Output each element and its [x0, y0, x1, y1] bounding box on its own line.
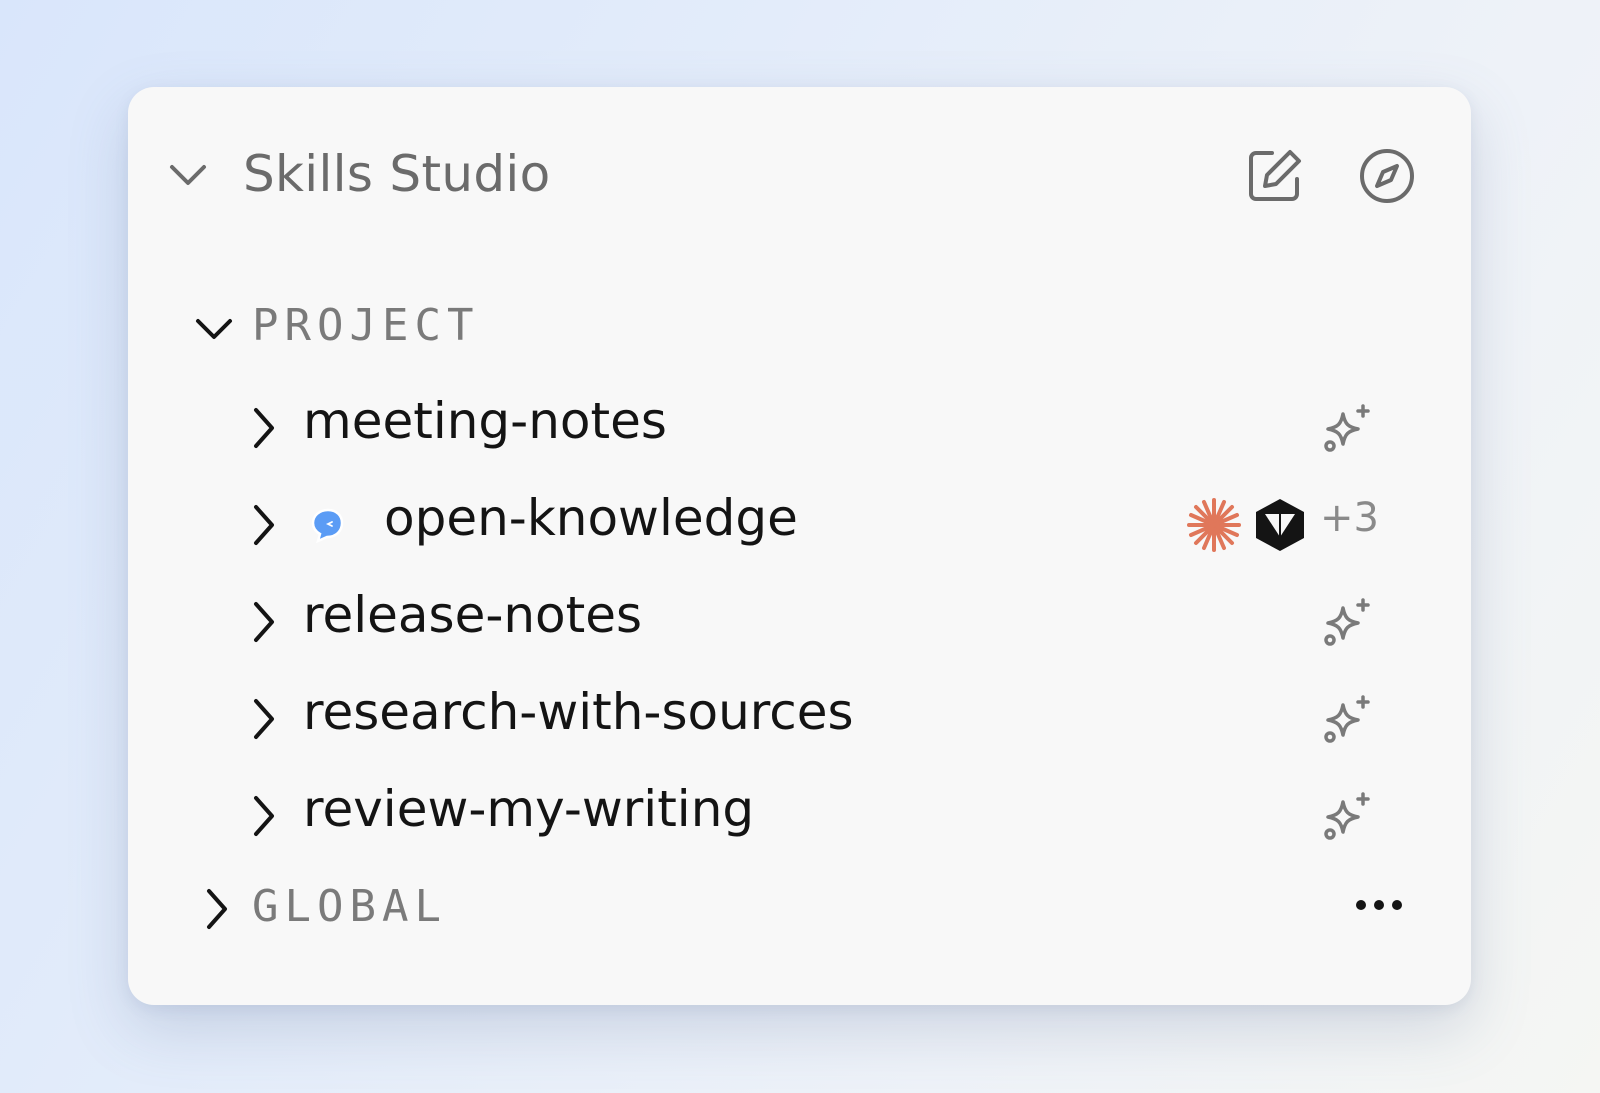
skill-label: review-my-writing [303, 780, 755, 838]
skills-studio-panel: Skills Studio PROJECT meeting-notes open… [128, 87, 1471, 1005]
sparkle-icon[interactable] [1321, 693, 1373, 745]
expand-chevron-right-icon[interactable] [248, 600, 278, 644]
global-chevron-right-icon[interactable] [201, 887, 231, 931]
sparkle-icon[interactable] [1321, 790, 1373, 842]
sparkle-icon[interactable] [1321, 402, 1373, 454]
collapse-chevron-down-icon[interactable] [166, 157, 210, 191]
skill-label: open-knowledge [384, 489, 798, 547]
skill-item-release-notes[interactable]: release-notes [228, 576, 1428, 664]
edit-icon[interactable] [1246, 147, 1304, 205]
expand-chevron-right-icon[interactable] [248, 406, 278, 450]
expand-chevron-right-icon[interactable] [248, 503, 278, 547]
starburst-icon [1187, 498, 1241, 552]
panel-title: Skills Studio [243, 145, 551, 203]
skill-item-meeting-notes[interactable]: meeting-notes [228, 382, 1428, 470]
project-chevron-down-icon[interactable] [192, 312, 236, 346]
chat-bubble-icon [311, 508, 344, 544]
skill-label: meeting-notes [303, 392, 667, 450]
skill-item-review-my-writing[interactable]: review-my-writing [228, 770, 1428, 858]
sparkle-icon[interactable] [1321, 596, 1373, 648]
extra-count-badge: +3 [1320, 495, 1379, 541]
compass-icon[interactable] [1358, 147, 1416, 205]
cube-icon [1256, 499, 1304, 551]
skill-label: release-notes [303, 586, 643, 644]
skill-item-open-knowledge[interactable]: open-knowledge +3 [228, 479, 1428, 567]
section-label-project[interactable]: PROJECT [252, 300, 479, 351]
expand-chevron-right-icon[interactable] [248, 697, 278, 741]
more-icon[interactable] [1354, 895, 1404, 915]
expand-chevron-right-icon[interactable] [248, 794, 278, 838]
section-label-global[interactable]: GLOBAL [252, 881, 447, 932]
skill-label: research-with-sources [303, 683, 854, 741]
skill-item-research-with-sources[interactable]: research-with-sources [228, 673, 1428, 761]
